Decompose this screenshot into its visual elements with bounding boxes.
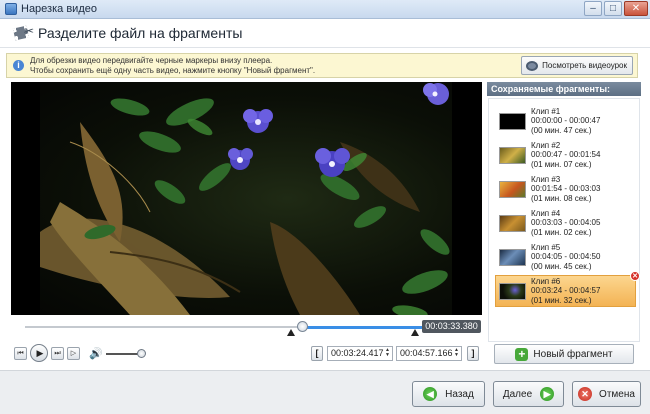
back-button[interactable]: ◀ Назад xyxy=(412,381,485,407)
current-time-badge: 00:03:33.380 xyxy=(422,320,481,333)
start-time-field[interactable]: 00:03:24.417 ▲ ▼ xyxy=(327,346,393,361)
close-button[interactable]: ✕ xyxy=(624,1,648,16)
clip-list[interactable]: Клип #1 00:00:00 - 00:00:47 (00 мин. 47 … xyxy=(488,98,640,342)
clip-item[interactable]: Клип #1 00:00:00 - 00:00:47 (00 мин. 47 … xyxy=(496,105,636,137)
webcam-icon xyxy=(526,60,539,71)
clip-item[interactable]: Клип #4 00:03:03 - 00:04:05 (01 мин. 02 … xyxy=(496,207,636,239)
clip-duration: (01 мин. 32 сек.) xyxy=(531,295,592,305)
info-line-2: Чтобы сохранить ещё одну часть видео, на… xyxy=(30,65,316,75)
cancel-label: Отмена xyxy=(599,388,635,400)
arrow-right-icon: ▶ xyxy=(540,387,555,401)
clip-thumbnail xyxy=(499,112,526,130)
cancel-button[interactable]: ✕ Отмена xyxy=(572,381,641,407)
volume-handle[interactable] xyxy=(137,349,146,358)
next-step-button[interactable]: Далее ▶ xyxy=(493,381,564,407)
clip-name: Клип #2 xyxy=(531,140,561,150)
info-line-1: Для обрезки видео передвигайте черные ма… xyxy=(30,55,273,65)
seek-bar[interactable]: 00:03:33.380 xyxy=(11,318,482,342)
page-header: ✂ Разделите файл на фрагменты xyxy=(0,19,650,48)
clip-name: Клип #6 xyxy=(531,276,561,286)
end-time-spinner[interactable]: ▲ ▼ xyxy=(453,348,460,359)
clip-info: Клип #2 00:00:47 - 00:01:54 (01 мин. 07 … xyxy=(531,141,600,170)
watch-tutorial-label: Посмотреть видеоурок xyxy=(542,61,627,70)
clip-item[interactable]: Клип #3 00:01:54 - 00:03:03 (01 мин. 08 … xyxy=(496,173,636,205)
set-start-button[interactable]: [ xyxy=(311,346,323,361)
clip-info: Клип #6 00:03:24 - 00:04:57 (01 мин. 32 … xyxy=(531,277,600,306)
set-end-button[interactable]: ] xyxy=(467,346,479,361)
volume-icon[interactable]: 🔊 xyxy=(89,347,103,360)
app-icon xyxy=(5,3,17,15)
info-icon: i xyxy=(13,60,24,71)
clip-thumbnail xyxy=(499,214,526,232)
clip-item[interactable]: Клип #5 00:04:05 - 00:04:50 (00 мин. 45 … xyxy=(496,241,636,273)
clip-thumbnail xyxy=(499,146,526,164)
end-marker[interactable] xyxy=(411,329,419,336)
clip-range: 00:01:54 - 00:03:03 xyxy=(531,184,601,194)
clip-duration: (00 мин. 47 сек.) xyxy=(531,125,592,135)
clip-thumbnail xyxy=(499,282,526,300)
info-text: Для обрезки видео передвигайте черные ма… xyxy=(30,56,315,76)
clip-item-selected[interactable]: Клип #6 00:03:24 - 00:04:57 (01 мин. 32 … xyxy=(495,271,640,307)
clip-info: Клип #4 00:03:03 - 00:04:05 (01 мин. 02 … xyxy=(531,209,600,238)
title-bar: Нарезка видео – □ ✕ xyxy=(0,0,650,19)
playhead-handle[interactable] xyxy=(297,321,308,332)
end-time-value: 00:04:57.166 xyxy=(400,348,453,358)
play-button[interactable]: ▶ xyxy=(30,344,48,362)
clip-duration: (01 мин. 07 сек.) xyxy=(531,159,592,169)
player-controls: ⏮ ▶ ⏭ ▷ 🔊 [ 00:03:24.417 ▲ ▼ 00:04:57.166… xyxy=(11,344,482,364)
info-bar: i Для обрезки видео передвигайте черные … xyxy=(6,53,638,78)
footer: ◀ Назад Далее ▶ ✕ Отмена xyxy=(0,370,650,414)
new-fragment-label: Новый фрагмент xyxy=(533,348,613,360)
clip-item[interactable]: Клип #2 00:00:47 - 00:01:54 (01 мин. 07 … xyxy=(496,139,636,171)
clip-name: Клип #4 xyxy=(531,208,561,218)
arrow-left-icon: ◀ xyxy=(423,387,438,401)
start-marker[interactable] xyxy=(287,329,295,336)
minimize-button[interactable]: – xyxy=(584,1,602,16)
clip-name: Клип #5 xyxy=(531,242,561,252)
clip-range: 00:00:47 - 00:01:54 xyxy=(531,150,601,160)
plus-icon: + xyxy=(515,347,529,361)
new-fragment-button[interactable]: + Новый фрагмент xyxy=(494,344,634,364)
start-time-spinner[interactable]: ▲ ▼ xyxy=(384,348,391,359)
maximize-button[interactable]: □ xyxy=(604,1,622,16)
delete-clip-icon[interactable]: ✕ xyxy=(630,271,640,281)
window-title: Нарезка видео xyxy=(21,3,97,15)
clip-info: Клип #5 00:04:05 - 00:04:50 (00 мин. 45 … xyxy=(531,243,600,272)
clip-duration: (01 мин. 02 сек.) xyxy=(531,227,592,237)
clip-range: 00:03:03 - 00:04:05 xyxy=(531,218,601,228)
page-title: Разделите файл на фрагменты xyxy=(38,25,243,41)
clip-name: Клип #3 xyxy=(531,174,561,184)
clip-range: 00:00:00 - 00:00:47 xyxy=(531,116,601,126)
next-button[interactable]: ⏭ xyxy=(51,347,64,360)
clip-duration: (01 мин. 08 сек.) xyxy=(531,193,592,203)
clip-thumbnail xyxy=(499,180,526,198)
clip-range: 00:04:05 - 00:04:50 xyxy=(531,252,601,262)
end-time-field[interactable]: 00:04:57.166 ▲ ▼ xyxy=(396,346,462,361)
cancel-icon: ✕ xyxy=(578,387,593,401)
clip-name: Клип #1 xyxy=(531,106,561,116)
start-time-value: 00:03:24.417 xyxy=(331,348,384,358)
selected-range xyxy=(301,326,423,329)
next-frame-button[interactable]: ▷ xyxy=(67,347,80,360)
clip-range: 00:03:24 - 00:04:57 xyxy=(531,286,601,296)
clip-duration: (00 мин. 45 сек.) xyxy=(531,261,592,271)
watch-tutorial-button[interactable]: Посмотреть видеоурок xyxy=(521,56,633,75)
fragments-panel: Сохраняемые фрагменты: Клип #1 00:00:00 … xyxy=(487,82,641,367)
video-frame-image xyxy=(40,83,450,315)
clip-info: Клип #3 00:01:54 - 00:03:03 (01 мин. 08 … xyxy=(531,175,600,204)
previous-button[interactable]: ⏮ xyxy=(14,347,27,360)
window-controls: – □ ✕ xyxy=(584,1,648,16)
clip-thumbnail xyxy=(499,248,526,266)
next-label: Далее xyxy=(502,388,533,400)
fragments-header: Сохраняемые фрагменты: xyxy=(487,82,641,96)
clip-info: Клип #1 00:00:00 - 00:00:47 (00 мин. 47 … xyxy=(531,107,600,136)
video-frame xyxy=(40,82,452,315)
video-player[interactable] xyxy=(11,82,482,315)
film-scissors-icon: ✂ xyxy=(12,24,34,42)
back-label: Назад xyxy=(445,388,474,400)
